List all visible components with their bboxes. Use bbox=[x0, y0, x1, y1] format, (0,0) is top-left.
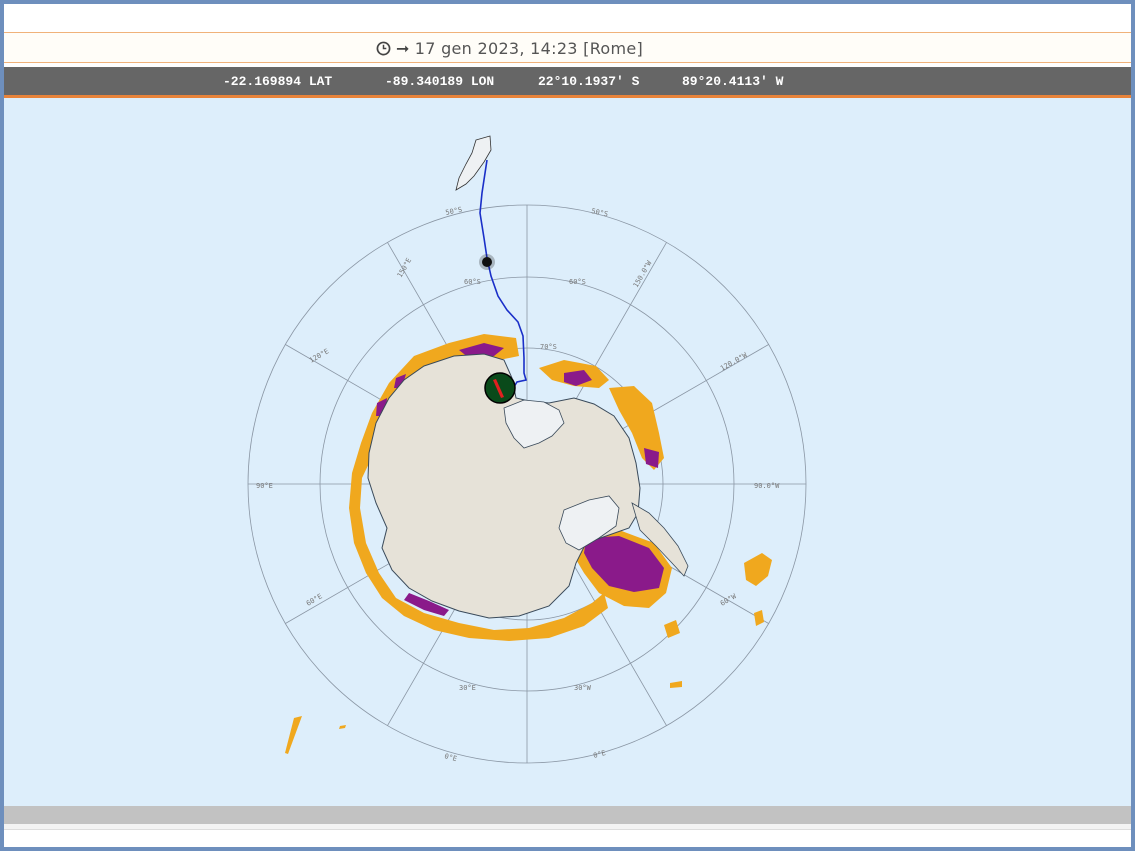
grid-label: 60°E bbox=[305, 592, 324, 607]
datetime-bar: ➞ 17 gen 2023, 14:23 [Rome] bbox=[4, 32, 1131, 63]
latitude-dms: 22°10.1937' S bbox=[538, 74, 640, 89]
grid-label: 60°S bbox=[464, 278, 481, 286]
polar-map[interactable]: 50°S 50°S 60°S 60°S 70°S 90°E 90.0°W 120… bbox=[4, 98, 1131, 806]
grid-label: 90.0°W bbox=[754, 482, 780, 490]
grid-label: 120°E bbox=[308, 347, 330, 364]
grid-label: 60°S bbox=[569, 278, 586, 286]
vessel-marker-icon bbox=[484, 372, 516, 404]
longitude-dms: 89°20.4113' W bbox=[682, 74, 784, 89]
arrow-right-icon: ➞ bbox=[396, 38, 410, 58]
grid-label: 150°E bbox=[396, 257, 413, 279]
top-bar bbox=[4, 4, 1131, 32]
grid-label: 50°S bbox=[591, 207, 609, 218]
grid-label: 60°W bbox=[719, 592, 738, 608]
grid-label: 30°W bbox=[574, 684, 592, 692]
latitude-decimal: -22.169894 LAT bbox=[223, 74, 333, 89]
app-frame: ➞ 17 gen 2023, 14:23 [Rome] -22.169894 L… bbox=[4, 4, 1131, 847]
clock-icon bbox=[376, 41, 391, 55]
grid-label: 0°E bbox=[592, 749, 606, 760]
footer-divider bbox=[4, 824, 1131, 830]
grid-label: 70°S bbox=[540, 343, 557, 351]
grid-label: 120.0°W bbox=[719, 351, 749, 373]
datetime-text: 17 gen 2023, 14:23 [Rome] bbox=[414, 38, 644, 58]
longitude-decimal: -89.340189 LON bbox=[385, 74, 495, 89]
coordinates-bar: -22.169894 LAT -89.340189 LON 22°10.1937… bbox=[4, 67, 1131, 98]
grid-label: 90°E bbox=[256, 482, 273, 490]
grid-label: 50°S bbox=[445, 206, 463, 217]
footer-bar bbox=[4, 806, 1131, 824]
grid-label: 30°E bbox=[459, 684, 476, 692]
map-view[interactable]: 50°S 50°S 60°S 60°S 70°S 90°E 90.0°W 120… bbox=[4, 98, 1131, 806]
grid-label: 150.0°W bbox=[632, 259, 654, 289]
